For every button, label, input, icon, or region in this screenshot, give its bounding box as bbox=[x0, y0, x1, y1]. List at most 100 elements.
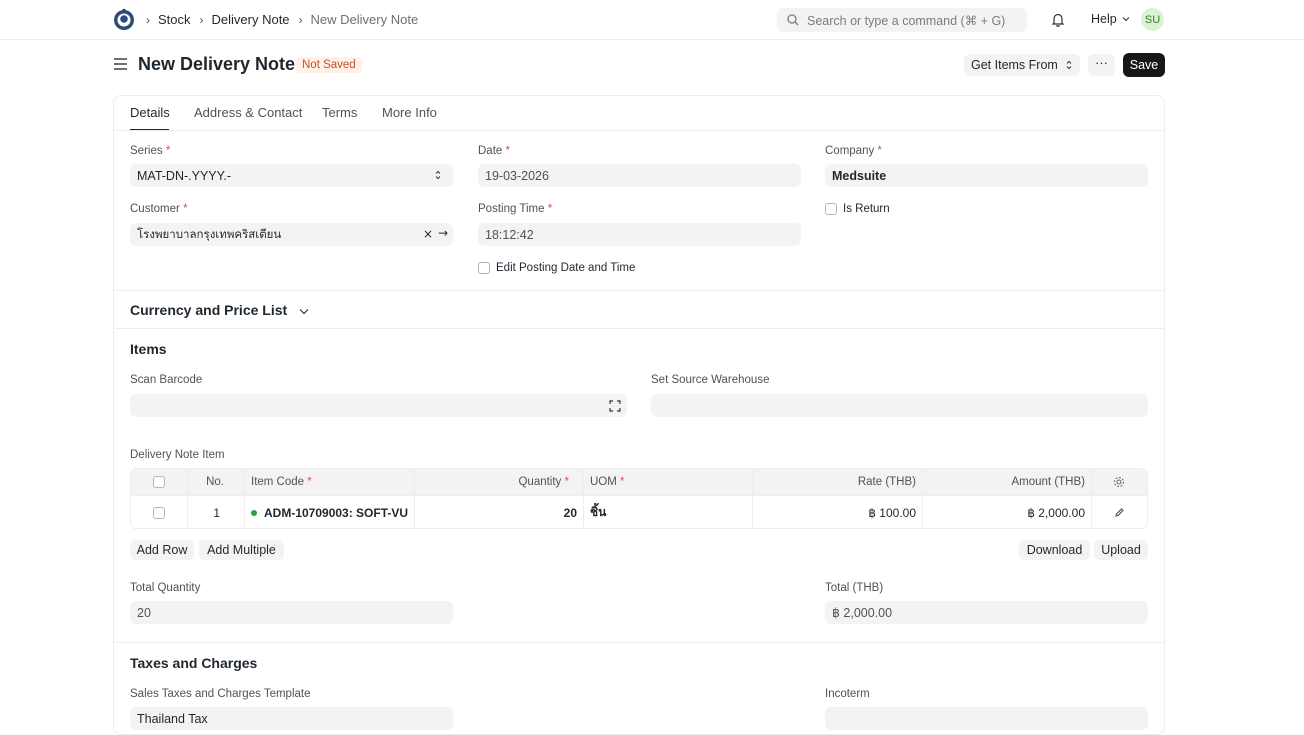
taxes-template-input[interactable]: Thailand Tax bbox=[130, 707, 453, 730]
items-section-title: Items bbox=[130, 341, 167, 357]
clear-icon[interactable]: × bbox=[423, 227, 433, 241]
get-items-from-button[interactable]: Get Items From bbox=[964, 54, 1080, 76]
scan-barcode-input[interactable] bbox=[130, 394, 627, 417]
arrow-right-icon[interactable]: → bbox=[438, 226, 448, 240]
row-amount: ฿ 2,000.00 bbox=[1027, 505, 1085, 520]
column-header-uom: UOM * bbox=[590, 476, 625, 488]
column-header-item-code: Item Code * bbox=[251, 476, 312, 488]
company-label: Company * bbox=[825, 145, 882, 157]
row-checkbox[interactable] bbox=[153, 506, 165, 519]
search-icon bbox=[787, 14, 799, 26]
posting-time-label-text: Posting Time bbox=[478, 203, 545, 215]
breadcrumb-delivery-note[interactable]: Delivery Note bbox=[212, 12, 290, 27]
total-quantity-field: 20 bbox=[130, 601, 453, 624]
column-divider bbox=[1091, 496, 1092, 528]
header-checkbox[interactable] bbox=[153, 476, 165, 488]
series-label-text: Series bbox=[130, 145, 163, 157]
company-input[interactable]: Medsuite bbox=[825, 164, 1148, 187]
series-label: Series * bbox=[130, 145, 171, 157]
total-quantity-label: Total Quantity bbox=[130, 582, 201, 594]
table-header: No. Item Code * Quantity * UOM * Rate (T… bbox=[131, 469, 1147, 496]
active-tab-indicator bbox=[130, 129, 169, 130]
select-all-checkbox[interactable] bbox=[153, 469, 165, 495]
total-field: ฿ 2,000.00 bbox=[825, 601, 1148, 624]
edit-pencil-icon[interactable] bbox=[1114, 496, 1125, 528]
scan-barcode-label: Scan Barcode bbox=[130, 374, 203, 386]
app-logo-icon[interactable] bbox=[113, 8, 135, 32]
tab-address-contact[interactable]: Address & Contact bbox=[194, 105, 302, 120]
search-placeholder: Search or type a command (⌘ + G) bbox=[807, 13, 1006, 28]
row-item-code[interactable]: ADM-10709003: SOFT-VU bbox=[251, 496, 409, 528]
incoterm-label: Incoterm bbox=[825, 688, 870, 700]
series-select[interactable]: MAT-DN-.YYYY.- bbox=[130, 164, 453, 187]
get-items-label: Get Items From bbox=[971, 58, 1058, 72]
breadcrumb: › Stock › Delivery Note › New Delivery N… bbox=[146, 12, 427, 27]
tab-terms[interactable]: Terms bbox=[322, 105, 357, 120]
section-divider bbox=[114, 290, 1164, 291]
column-divider bbox=[583, 469, 584, 495]
form-tabs: Details Address & Contact Terms More Inf… bbox=[114, 96, 1164, 131]
breadcrumb-current: New Delivery Note bbox=[310, 12, 419, 27]
chevron-right-icon: › bbox=[298, 12, 303, 27]
section-divider bbox=[114, 642, 1164, 643]
chevron-right-icon: › bbox=[199, 12, 204, 27]
page-title: New Delivery Note bbox=[138, 54, 296, 74]
chevron-down-icon bbox=[299, 309, 309, 315]
sidebar-toggle-icon[interactable] bbox=[114, 58, 127, 73]
column-divider bbox=[244, 469, 245, 495]
customer-label: Customer * bbox=[130, 203, 188, 215]
more-actions-button[interactable]: ··· bbox=[1088, 54, 1115, 76]
column-divider bbox=[1091, 469, 1092, 495]
customer-input[interactable]: โรงพยาบาลกรุงเทพคริสเตียน × → bbox=[130, 223, 453, 246]
row-checkbox-cell[interactable] bbox=[153, 496, 165, 528]
row-rate[interactable]: ฿ 100.00 bbox=[752, 496, 916, 528]
is-return-checkbox[interactable] bbox=[825, 203, 837, 215]
chevron-down-icon bbox=[1122, 17, 1130, 22]
series-value: MAT-DN-.YYYY.- bbox=[137, 168, 231, 183]
chevron-right-icon: › bbox=[146, 12, 150, 27]
status-dot bbox=[251, 509, 257, 516]
date-label-text: Date bbox=[478, 145, 503, 157]
table-row[interactable]: 1 ADM-10709003: SOFT-VU 20 ชิ้น ฿ 100.00… bbox=[131, 496, 1147, 528]
settings-gear-icon[interactable] bbox=[1113, 469, 1125, 495]
scan-icon[interactable] bbox=[609, 400, 621, 412]
quantity-header-text: Quantity bbox=[518, 476, 562, 488]
breadcrumb-stock[interactable]: Stock bbox=[158, 12, 191, 27]
source-warehouse-input[interactable] bbox=[651, 394, 1148, 417]
column-header-amount: Amount (THB) bbox=[1011, 476, 1086, 488]
customer-value: โรงพยาบาลกรุงเทพคริสเตียน bbox=[137, 226, 282, 241]
column-header-quantity: Quantity * bbox=[518, 476, 569, 488]
search-input[interactable]: Search or type a command (⌘ + G) bbox=[777, 8, 1027, 32]
save-button[interactable]: Save bbox=[1123, 53, 1165, 77]
column-header-rate: Rate (THB) bbox=[857, 476, 916, 488]
edit-posting-label: Edit Posting Date and Time bbox=[496, 262, 636, 274]
sort-updown-icon bbox=[1066, 60, 1072, 70]
form-card: Details Address & Contact Terms More Inf… bbox=[113, 95, 1165, 735]
add-multiple-button[interactable]: Add Multiple bbox=[199, 540, 284, 560]
tab-details[interactable]: Details bbox=[130, 105, 170, 120]
download-button[interactable]: Download bbox=[1019, 540, 1090, 560]
status-badge: Not Saved bbox=[296, 57, 362, 73]
date-input[interactable]: 19-03-2026 bbox=[478, 164, 801, 187]
upload-button[interactable]: Upload bbox=[1094, 540, 1148, 560]
section-divider bbox=[114, 328, 1164, 329]
source-warehouse-label: Set Source Warehouse bbox=[651, 374, 770, 386]
item-code-header-text: Item Code bbox=[251, 476, 305, 488]
customer-label-text: Customer bbox=[130, 203, 180, 215]
row-uom[interactable]: ชิ้น bbox=[590, 496, 606, 528]
currency-section-header[interactable]: Currency and Price List bbox=[130, 302, 309, 318]
tab-more-info[interactable]: More Info bbox=[382, 105, 437, 120]
posting-time-input[interactable]: 18:12:42 bbox=[478, 223, 801, 246]
date-label: Date * bbox=[478, 145, 510, 157]
uom-header-text: UOM bbox=[590, 476, 617, 488]
column-header-no: No. bbox=[206, 476, 224, 488]
incoterm-input[interactable] bbox=[825, 707, 1148, 730]
add-row-button[interactable]: Add Row bbox=[130, 540, 194, 560]
avatar[interactable]: SU bbox=[1141, 8, 1164, 31]
edit-posting-checkbox[interactable] bbox=[478, 262, 490, 274]
item-code-text: ADM-10709003: SOFT-VU bbox=[264, 505, 409, 520]
taxes-template-label: Sales Taxes and Charges Template bbox=[130, 688, 311, 700]
help-menu[interactable]: Help bbox=[1091, 12, 1130, 26]
row-quantity[interactable]: 20 bbox=[414, 496, 577, 528]
bell-icon[interactable] bbox=[1051, 12, 1065, 30]
